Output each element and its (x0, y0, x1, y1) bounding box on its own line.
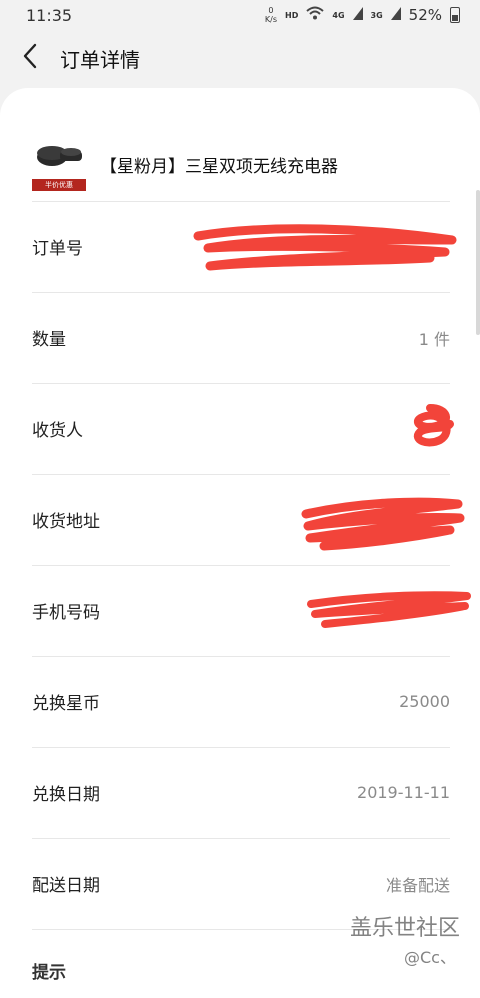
row-quantity: 数量 1 件 (32, 292, 450, 382)
network-speed: 0 K/s (265, 6, 277, 24)
signal-3g-label: 3G (370, 10, 383, 20)
exchange-date-label: 兑换日期 (32, 785, 100, 805)
product-image: 半价优惠 (32, 137, 86, 191)
network-speed-value: 0 (268, 6, 274, 15)
quantity-value: 1 件 (418, 329, 450, 349)
row-star-coins: 兑换星币 25000 (32, 656, 450, 746)
row-receiver: 收货人 (32, 383, 450, 473)
star-coins-label: 兑换星币 (32, 694, 100, 714)
status-bar: 11:35 0 K/s HD 4G 3G 52% (0, 0, 480, 30)
battery-icon (450, 7, 460, 23)
header: 订单详情 (0, 30, 480, 86)
redaction-address (301, 497, 465, 551)
chevron-left-icon (22, 43, 38, 73)
scrollbar[interactable] (476, 190, 480, 335)
address-label: 收货地址 (32, 512, 100, 532)
wifi-icon (306, 6, 325, 24)
star-coins-value: 25000 (399, 692, 450, 711)
redaction-order-number (193, 224, 457, 271)
status-time: 11:35 (26, 5, 73, 25)
signal-4g-label: 4G (332, 10, 345, 20)
tips-heading: 提示 (32, 963, 66, 983)
product-promo-tag: 半价优惠 (32, 179, 86, 191)
back-button[interactable] (10, 38, 50, 78)
watermark-user: @Cc、 (404, 948, 456, 967)
row-exchange-date: 兑换日期 2019-11-11 (32, 747, 450, 837)
redaction-receiver (413, 404, 454, 447)
watermark-brand: 盖乐世社区 (350, 916, 461, 941)
product-name: 【星粉月】三星双项无线充电器 (100, 156, 338, 177)
phone-label: 手机号码 (32, 603, 100, 623)
status-icons: 0 K/s HD 4G 3G 52% (265, 6, 460, 24)
receiver-label: 收货人 (32, 421, 83, 441)
product-item[interactable]: 半价优惠 【星粉月】三星双项无线充电器 (32, 128, 450, 200)
battery-percent: 52% (408, 6, 442, 24)
page-title: 订单详情 (60, 47, 140, 72)
wireless-charger-icon (37, 146, 82, 166)
order-number-label: 订单号 (32, 239, 83, 259)
delivery-date-value: 准备配送 (385, 875, 450, 895)
hd-indicator: HD (285, 10, 299, 20)
network-speed-unit: K/s (264, 15, 278, 24)
quantity-label: 数量 (32, 330, 66, 350)
exchange-date-value: 2019-11-11 (357, 783, 450, 802)
redaction-phone (307, 591, 471, 628)
signal-icon-1 (352, 6, 363, 24)
signal-icon-2 (390, 6, 401, 24)
delivery-date-label: 配送日期 (32, 876, 100, 896)
